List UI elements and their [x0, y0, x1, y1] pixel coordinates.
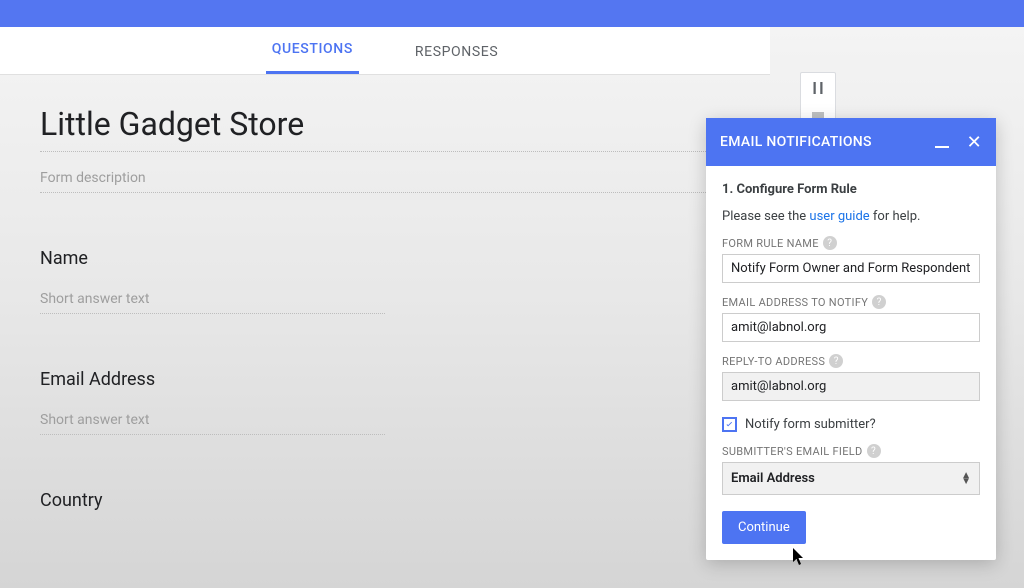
help-icon[interactable]: ?: [829, 354, 843, 368]
add-icon[interactable]: [809, 79, 827, 97]
checkbox-icon: [722, 417, 737, 432]
form-container: QUESTIONS RESPONSES: [0, 27, 770, 75]
rule-name-input[interactable]: [722, 254, 980, 283]
app-top-bar: [0, 0, 1024, 27]
step-title: 1. Configure Form Rule: [722, 182, 980, 197]
field-label: REPLY-TO ADDRESS: [722, 355, 825, 368]
question-answer-hint: Short answer text: [40, 291, 385, 314]
field-rule-name: FORM RULE NAME?: [722, 236, 980, 283]
question-answer-hint: Short answer text: [40, 412, 385, 435]
checkbox-label: Notify form submitter?: [745, 417, 876, 432]
tabs-row: QUESTIONS RESPONSES: [0, 27, 770, 75]
continue-button[interactable]: Continue: [722, 511, 806, 544]
field-reply-to: REPLY-TO ADDRESS?: [722, 354, 980, 401]
addon-body: 1. Configure Form Rule Please see the us…: [706, 166, 996, 560]
addon-header: EMAIL NOTIFICATIONS ✕: [706, 118, 996, 166]
tab-responses[interactable]: RESPONSES: [409, 30, 504, 74]
field-notify-email: EMAIL ADDRESS TO NOTIFY?: [722, 295, 980, 342]
notify-submitter-checkbox[interactable]: Notify form submitter?: [722, 417, 980, 432]
help-icon[interactable]: ?: [872, 295, 886, 309]
addon-panel: EMAIL NOTIFICATIONS ✕ 1. Configure Form …: [706, 118, 996, 560]
minimize-icon[interactable]: [935, 136, 949, 148]
field-submitter-email: SUBMITTER'S EMAIL FIELD? Email Address ▲…: [722, 444, 980, 495]
tab-questions[interactable]: QUESTIONS: [266, 27, 359, 74]
cursor-icon: [792, 548, 806, 570]
notify-email-input[interactable]: [722, 313, 980, 342]
help-icon[interactable]: ?: [823, 236, 837, 250]
help-text: Please see the user guide for help.: [722, 209, 980, 224]
field-label: EMAIL ADDRESS TO NOTIFY: [722, 296, 868, 309]
user-guide-link[interactable]: user guide: [809, 209, 869, 224]
reply-to-input[interactable]: [722, 372, 980, 401]
field-label: SUBMITTER'S EMAIL FIELD: [722, 445, 863, 458]
submitter-field-select[interactable]: Email Address ▲▼: [722, 462, 980, 495]
chevron-updown-icon: ▲▼: [961, 473, 971, 485]
addon-title: EMAIL NOTIFICATIONS: [720, 134, 872, 150]
help-icon[interactable]: ?: [867, 444, 881, 458]
close-icon[interactable]: ✕: [967, 132, 982, 153]
field-label: FORM RULE NAME: [722, 237, 819, 250]
